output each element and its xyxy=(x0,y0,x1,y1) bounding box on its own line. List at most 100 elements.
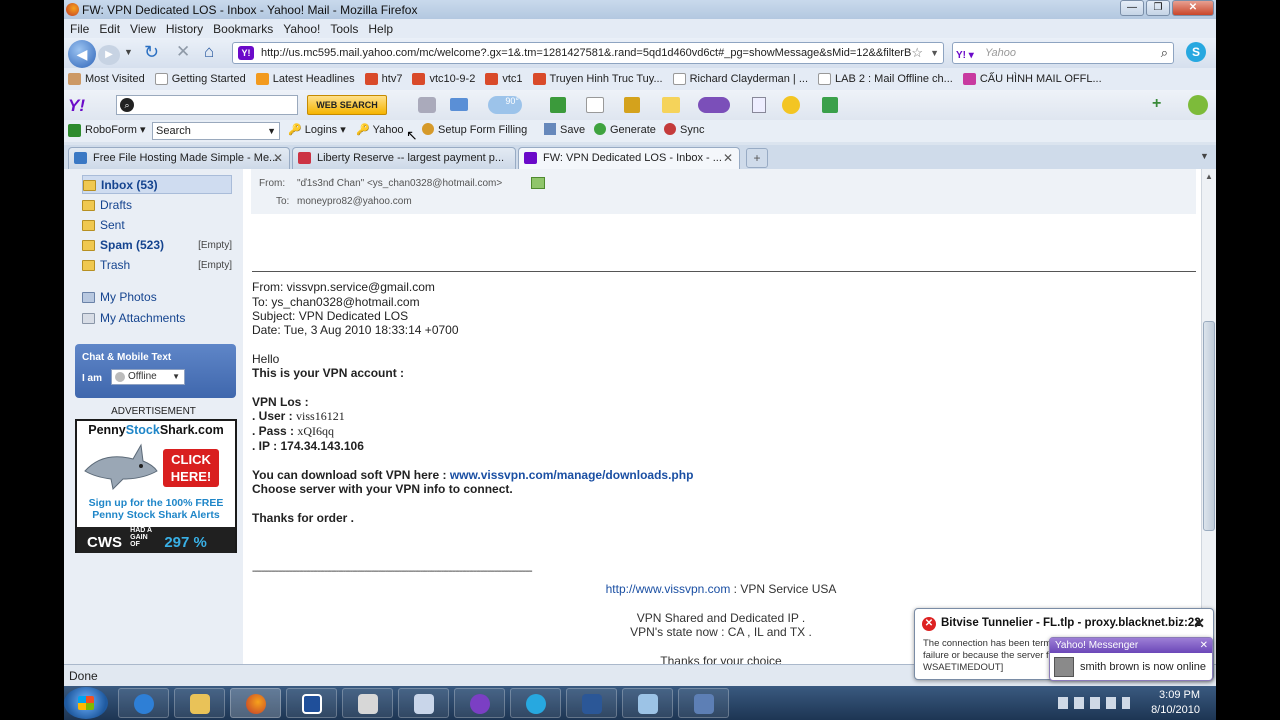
menu-tools[interactable]: Tools xyxy=(330,22,358,36)
gear-icon[interactable] xyxy=(1188,95,1208,115)
yahoo-search-input[interactable]: ⌕ xyxy=(116,95,298,115)
save-button[interactable]: Save xyxy=(544,123,585,136)
maximize-button[interactable]: ❐ xyxy=(1146,0,1170,16)
menu-help[interactable]: Help xyxy=(368,22,393,36)
penny-stock-ad[interactable]: PennyStockShark.com CLICK HERE! Sign up … xyxy=(75,419,237,553)
toolbar-icon-1[interactable] xyxy=(418,97,436,113)
add-contact-icon[interactable] xyxy=(531,177,545,189)
new-tab-button[interactable]: + xyxy=(746,148,768,168)
scrollbar-thumb[interactable] xyxy=(1203,321,1215,531)
menu-history[interactable]: History xyxy=(166,22,203,36)
minimize-button[interactable]: — xyxy=(1120,0,1144,16)
menu-view[interactable]: View xyxy=(130,22,156,36)
bookmark-latest-headlines[interactable]: Latest Headlines xyxy=(255,73,355,85)
tab-liberty-reserve[interactable]: Liberty Reserve -- largest payment p... xyxy=(292,147,516,169)
status-dropdown[interactable]: Offline ▼ xyxy=(111,369,185,385)
stop-icon[interactable]: ✕ xyxy=(176,42,190,62)
sync-button[interactable]: Sync xyxy=(664,123,704,136)
close-icon[interactable]: ✕ xyxy=(1193,615,1205,632)
bookmark-lab2[interactable]: LAB 2 : Mail Offline ch... xyxy=(818,73,953,85)
taskbar-app-1[interactable] xyxy=(286,688,337,718)
close-tab-icon[interactable]: ✕ xyxy=(723,148,733,168)
bookmark-htv7[interactable]: htv7 xyxy=(364,73,402,85)
yahoo-engine-icon[interactable]: Y! ▾ xyxy=(956,46,980,61)
folder-spam[interactable]: Spam (523) [Empty] xyxy=(82,236,232,255)
web-search-button[interactable]: WEB SEARCH xyxy=(307,95,387,115)
click-here-button[interactable]: CLICK HERE! xyxy=(163,449,219,487)
roboform-menu[interactable]: RoboForm ▾ xyxy=(85,123,146,136)
tab-yahoo-mail[interactable]: FW: VPN Dedicated LOS - Inbox - ... ✕ xyxy=(518,147,740,171)
yahoo-messenger-notification[interactable]: Yahoo! Messenger ✕ smith brown is now on… xyxy=(1049,637,1213,681)
bookmark-star-icon[interactable]: ☆ xyxy=(911,43,923,63)
menu-yahoo[interactable]: Yahoo! xyxy=(283,22,320,36)
taskbar-app-5[interactable] xyxy=(678,688,729,718)
url-bar[interactable]: Y! http://us.mc595.mail.yahoo.com/mc/wel… xyxy=(232,42,944,64)
yahoo-login-button[interactable]: 🔑 Yahoo xyxy=(356,123,404,136)
bookmark-most-visited[interactable]: Most Visited xyxy=(68,73,145,85)
taskbar-firefox[interactable] xyxy=(230,688,281,718)
close-button[interactable]: ✕ xyxy=(1172,0,1214,16)
tab-file-hosting[interactable]: Free File Hosting Made Simple - Me... ✕ xyxy=(68,147,290,169)
roboform-search-input[interactable]: Search ▼ xyxy=(152,122,280,140)
search-icon[interactable]: ⌕ xyxy=(1161,43,1168,63)
from-value[interactable]: "ď1s3nđ Chan" <ys_chan0328@hotmail.com> xyxy=(297,178,502,189)
skype-icon[interactable]: S xyxy=(1186,42,1206,62)
messenger-icon[interactable] xyxy=(782,96,800,114)
history-dropdown-icon[interactable]: ▼ xyxy=(124,47,133,57)
logins-button[interactable]: 🔑 Logins ▾ xyxy=(288,123,346,136)
flickr-icon[interactable] xyxy=(586,97,604,113)
bookmark-cau-hinh[interactable]: CẤU HÌNH MAIL OFFL... xyxy=(962,73,1102,85)
back-icon[interactable]: ◀ xyxy=(68,40,96,68)
url-dropdown-icon[interactable]: ▼ xyxy=(930,43,939,63)
bookmark-vtc1[interactable]: vtc1 xyxy=(485,73,523,85)
myyahoo-icon[interactable] xyxy=(698,97,730,113)
docs-icon[interactable] xyxy=(752,97,766,113)
tray-icons[interactable] xyxy=(1058,697,1130,709)
taskbar-ie[interactable] xyxy=(118,688,169,718)
home-icon[interactable]: ⌂ xyxy=(204,42,214,62)
ebay-icon[interactable] xyxy=(662,97,680,113)
site-link[interactable]: http://www.vissvpn.com xyxy=(606,582,731,596)
to-value[interactable]: moneypro82@yahoo.com xyxy=(297,196,412,207)
taskbar-app-4[interactable] xyxy=(622,688,673,718)
folder-drafts[interactable]: Drafts xyxy=(82,196,232,215)
mail-icon[interactable] xyxy=(450,98,468,111)
reload-icon[interactable]: ↻ xyxy=(144,42,159,63)
taskbar-app-3[interactable] xyxy=(398,688,449,718)
search-bar[interactable]: Y! ▾ Yahoo ⌕ xyxy=(952,42,1174,64)
scroll-up-icon[interactable]: ▲ xyxy=(1205,172,1213,181)
forward-icon[interactable]: ▶ xyxy=(98,45,120,65)
close-tab-icon[interactable]: ✕ xyxy=(273,148,283,168)
taskbar-word[interactable] xyxy=(566,688,617,718)
bookmark-richard-clayderman[interactable]: Richard Clayderman | ... xyxy=(672,73,808,85)
taskbar-app-2[interactable] xyxy=(342,688,393,718)
generate-button[interactable]: Generate xyxy=(594,123,656,136)
close-icon[interactable]: ✕ xyxy=(1200,638,1208,653)
add-icon[interactable]: + xyxy=(1152,95,1161,113)
addons-icon[interactable] xyxy=(822,97,838,113)
empty-spam-link[interactable]: [Empty] xyxy=(198,236,232,255)
answers-icon[interactable] xyxy=(624,97,640,113)
taskbar-explorer[interactable] xyxy=(174,688,225,718)
folder-trash[interactable]: Trash [Empty] xyxy=(82,256,232,275)
bookmark-vtc10[interactable]: vtc10-9-2 xyxy=(412,73,475,85)
taskbar-yahoo-messenger[interactable] xyxy=(454,688,505,718)
menu-bookmarks[interactable]: Bookmarks xyxy=(213,22,273,36)
download-link[interactable]: www.vissvpn.com/manage/downloads.php xyxy=(450,468,694,482)
finance-icon[interactable] xyxy=(550,97,566,113)
yahoo-logo[interactable]: Y! xyxy=(68,96,85,116)
clock[interactable]: 3:09 PM 8/10/2010 xyxy=(1151,688,1200,718)
folder-my-photos[interactable]: My Photos xyxy=(82,288,232,307)
vertical-scrollbar[interactable]: ▲ ▼ xyxy=(1201,169,1216,664)
taskbar-skype[interactable] xyxy=(510,688,561,718)
weather-icon[interactable]: 90° xyxy=(488,96,522,114)
folder-inbox[interactable]: Inbox (53) xyxy=(82,175,232,194)
folder-sent[interactable]: Sent xyxy=(82,216,232,235)
bookmark-getting-started[interactable]: Getting Started xyxy=(154,73,246,85)
setup-form-filling-button[interactable]: Setup Form Filling xyxy=(422,123,527,136)
start-button[interactable] xyxy=(64,687,108,719)
tab-list-icon[interactable]: ▼ xyxy=(1200,151,1209,161)
menu-edit[interactable]: Edit xyxy=(99,22,120,36)
empty-trash-link[interactable]: [Empty] xyxy=(198,256,232,275)
menu-file[interactable]: File xyxy=(70,22,89,36)
